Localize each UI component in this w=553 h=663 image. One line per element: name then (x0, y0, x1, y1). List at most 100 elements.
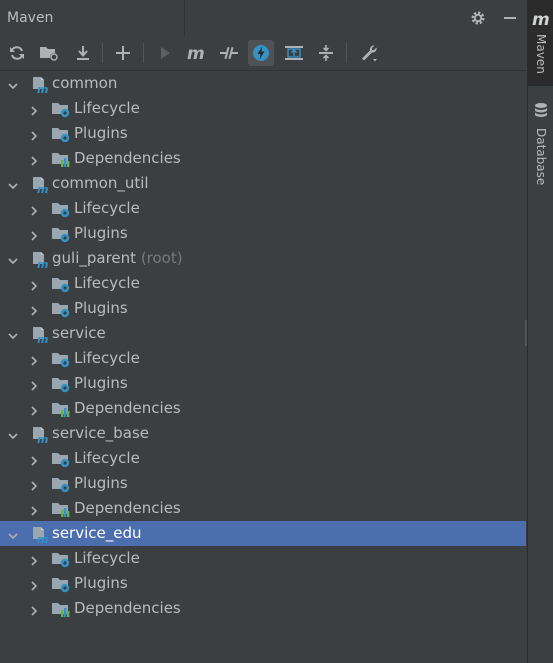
chevron-right-icon[interactable] (28, 302, 40, 316)
dependencies-folder-icon (51, 499, 71, 519)
chevron-right-icon[interactable] (28, 352, 40, 366)
chevron-right-icon[interactable] (28, 152, 40, 166)
tree-project-common[interactable]: m common (0, 71, 526, 96)
project-name: service_edu (52, 524, 142, 542)
download-icon[interactable] (70, 40, 96, 66)
tree-node-lifecycle[interactable]: Lifecycle (0, 446, 526, 471)
chevron-down-icon[interactable] (7, 177, 19, 190)
project-name-text: common (52, 74, 118, 92)
chevron-right-icon[interactable] (28, 277, 40, 291)
stripe-tab-database[interactable]: Database (528, 96, 553, 192)
chevron-down-icon[interactable] (7, 252, 19, 265)
lifecycle-folder-icon (51, 449, 71, 469)
stripe-tab-database-label: Database (534, 128, 548, 186)
tree-node-label: Plugins (74, 574, 128, 592)
skip-tests-icon[interactable] (248, 40, 274, 66)
tree-node-label: Lifecycle (74, 449, 140, 467)
chevron-right-icon[interactable] (28, 402, 40, 416)
gear-icon[interactable] (468, 8, 488, 28)
chevron-down-icon[interactable] (7, 427, 19, 440)
project-name-text: common_util (52, 174, 149, 192)
lifecycle-folder-icon (51, 549, 71, 569)
tree-node-label: Lifecycle (74, 199, 140, 217)
chevron-right-icon[interactable] (28, 127, 40, 141)
tree-node-lifecycle[interactable]: Lifecycle (0, 271, 526, 296)
tree-project-service-base[interactable]: m service_base (0, 421, 526, 446)
chevron-right-icon[interactable] (28, 477, 40, 491)
chevron-right-icon[interactable] (28, 227, 40, 241)
svg-text:m: m (187, 44, 205, 62)
tool-window-header: Maven (0, 0, 526, 36)
tree-node-plugins[interactable]: Plugins (0, 371, 526, 396)
stripe-tab-maven[interactable]: m Maven (528, 0, 553, 86)
lifecycle-folder-icon (51, 199, 71, 219)
tree-project-guli-parent[interactable]: m guli_parent (root) (0, 246, 526, 271)
tree-node-dependencies[interactable]: Dependencies (0, 596, 526, 621)
plugins-folder-icon (51, 374, 71, 394)
maven-module-icon: m (30, 74, 50, 96)
lifecycle-folder-icon (51, 349, 71, 369)
chevron-right-icon[interactable] (28, 602, 40, 616)
chevron-right-icon[interactable] (28, 577, 40, 591)
show-dependencies-icon[interactable] (281, 40, 307, 66)
chevron-right-icon[interactable] (28, 502, 40, 516)
project-name: common (52, 74, 117, 92)
chevron-down-icon[interactable] (7, 327, 19, 340)
minimize-icon[interactable] (500, 8, 520, 28)
chevron-down-icon[interactable] (7, 77, 19, 90)
project-root-suffix: (root) (140, 249, 183, 267)
tree-project-service[interactable]: m service (0, 321, 526, 346)
tree-node-dependencies[interactable]: Dependencies (0, 396, 526, 421)
chevron-right-icon[interactable] (28, 202, 40, 216)
maven-module-icon: m (30, 324, 50, 346)
tree-node-label: Lifecycle (74, 549, 140, 567)
tree-project-common-util[interactable]: m common_util (0, 171, 526, 196)
tree-node-dependencies[interactable]: Dependencies (0, 146, 526, 171)
svg-text:m: m (37, 83, 48, 94)
chevron-right-icon[interactable] (28, 552, 40, 566)
run-icon[interactable] (152, 40, 178, 66)
tool-window-title: Maven (7, 10, 54, 26)
toolbar-separator (102, 43, 103, 63)
tree-node-plugins[interactable]: Plugins (0, 221, 526, 246)
chevron-down-icon[interactable] (7, 527, 19, 540)
plus-icon[interactable] (110, 40, 136, 66)
tree-node-plugins[interactable]: Plugins (0, 471, 526, 496)
maven-module-icon: m (30, 174, 50, 196)
plugins-folder-icon (51, 124, 71, 144)
tree-node-lifecycle[interactable]: Lifecycle (0, 96, 526, 121)
project-name-text: service_base (52, 424, 149, 442)
tree-node-plugins[interactable]: Plugins (0, 296, 526, 321)
maven-goal-icon[interactable]: m (184, 40, 210, 66)
database-icon (533, 102, 549, 124)
add-folder-icon[interactable] (36, 40, 62, 66)
tree-node-plugins[interactable]: Plugins (0, 571, 526, 596)
settings-wrench-icon[interactable] (356, 40, 382, 66)
tree-node-dependencies[interactable]: Dependencies (0, 496, 526, 521)
collapse-all-icon[interactable] (313, 40, 339, 66)
chevron-right-icon[interactable] (28, 377, 40, 391)
tree-node-lifecycle[interactable]: Lifecycle (0, 546, 526, 571)
tree-node-label: Plugins (74, 124, 128, 142)
chevron-right-icon[interactable] (28, 452, 40, 466)
tree-node-lifecycle[interactable]: Lifecycle (0, 196, 526, 221)
project-name-text: guli_parent (52, 249, 137, 267)
tree-node-label: Dependencies (74, 499, 181, 517)
svg-text:m: m (37, 258, 48, 269)
tree-node-label: Lifecycle (74, 99, 140, 117)
project-name: common_util (52, 174, 149, 192)
toggle-offline-icon[interactable] (216, 40, 242, 66)
reload-icon[interactable] (4, 40, 30, 66)
tree-node-lifecycle[interactable]: Lifecycle (0, 346, 526, 371)
tree-node-plugins[interactable]: Plugins (0, 121, 526, 146)
tree-node-label: Lifecycle (74, 274, 140, 292)
project-name: service (52, 324, 106, 342)
maven-tool-window: Maven m m common Lifecycle Plugins Depen… (0, 0, 527, 663)
tree-project-service-edu[interactable]: m service_edu (0, 521, 526, 546)
tree-node-label: Plugins (74, 374, 128, 392)
toolbar-separator (346, 43, 347, 63)
maven-module-icon: m (30, 424, 50, 446)
chevron-right-icon[interactable] (28, 102, 40, 116)
plugins-folder-icon (51, 474, 71, 494)
svg-text:m: m (37, 333, 48, 344)
